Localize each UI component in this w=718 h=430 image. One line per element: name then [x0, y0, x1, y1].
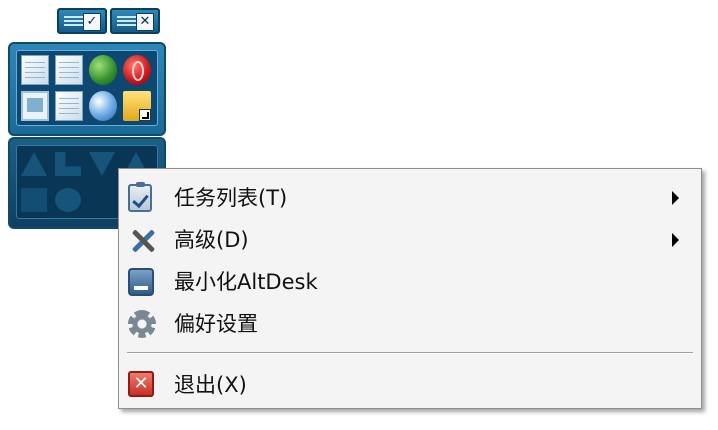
menu-item-minimize[interactable]: 最小化AltDesk	[121, 263, 699, 301]
square-icon[interactable]	[21, 188, 47, 212]
circle-icon[interactable]	[55, 188, 81, 212]
window-minimize-icon	[128, 268, 154, 296]
widget-confirm-button[interactable]: ✓	[57, 8, 107, 34]
opera-icon[interactable]	[123, 55, 151, 85]
menu-item-advanced[interactable]: 高级(D)	[121, 221, 699, 259]
menu-item-exit[interactable]: ✕ 退出(X)	[121, 366, 699, 404]
notepad-icon[interactable]	[21, 55, 49, 85]
monitor-icon[interactable]	[21, 91, 49, 121]
gear-icon	[128, 310, 156, 338]
funnel-icon[interactable]	[89, 152, 115, 176]
menu-item-label: 偏好设置	[174, 312, 258, 336]
menu-item-task-list[interactable]: 任务列表(T)	[121, 179, 699, 217]
menu-separator	[127, 352, 693, 354]
folder-shortcut-icon[interactable]	[123, 91, 151, 121]
notepad-icon[interactable]	[55, 91, 83, 121]
l-shape-icon[interactable]	[55, 152, 81, 176]
menu-item-label: 最小化AltDesk	[174, 270, 318, 294]
triangle-icon[interactable]	[21, 152, 47, 176]
shortcut-panel	[8, 42, 166, 136]
notepad-icon[interactable]	[55, 55, 83, 85]
submenu-arrow-icon	[672, 233, 679, 247]
clipboard-check-icon	[128, 182, 152, 212]
menu-item-label: 任务列表(T)	[174, 186, 288, 210]
context-menu: 任务列表(T) 高级(D) 最小化AltDesk 偏好设置 ✕ 退出(X)	[118, 168, 702, 409]
menu-lines-icon	[64, 16, 84, 27]
exit-icon: ✕	[128, 371, 154, 397]
submenu-arrow-icon	[672, 191, 679, 205]
tools-icon	[128, 226, 158, 254]
menu-lines-icon	[117, 16, 137, 27]
menu-item-label: 高级(D)	[174, 228, 249, 252]
shortcut-grid	[16, 50, 158, 126]
menu-item-label: 退出(X)	[174, 373, 247, 397]
network-globe-icon[interactable]	[89, 55, 117, 85]
widget-close-button[interactable]: ✕	[110, 8, 160, 34]
check-icon: ✓	[83, 13, 101, 31]
menu-item-preferences[interactable]: 偏好设置	[121, 305, 699, 343]
close-icon: ✕	[136, 13, 154, 31]
shortcut-arrow-icon	[139, 109, 151, 121]
browser-globe-icon[interactable]	[89, 91, 117, 121]
